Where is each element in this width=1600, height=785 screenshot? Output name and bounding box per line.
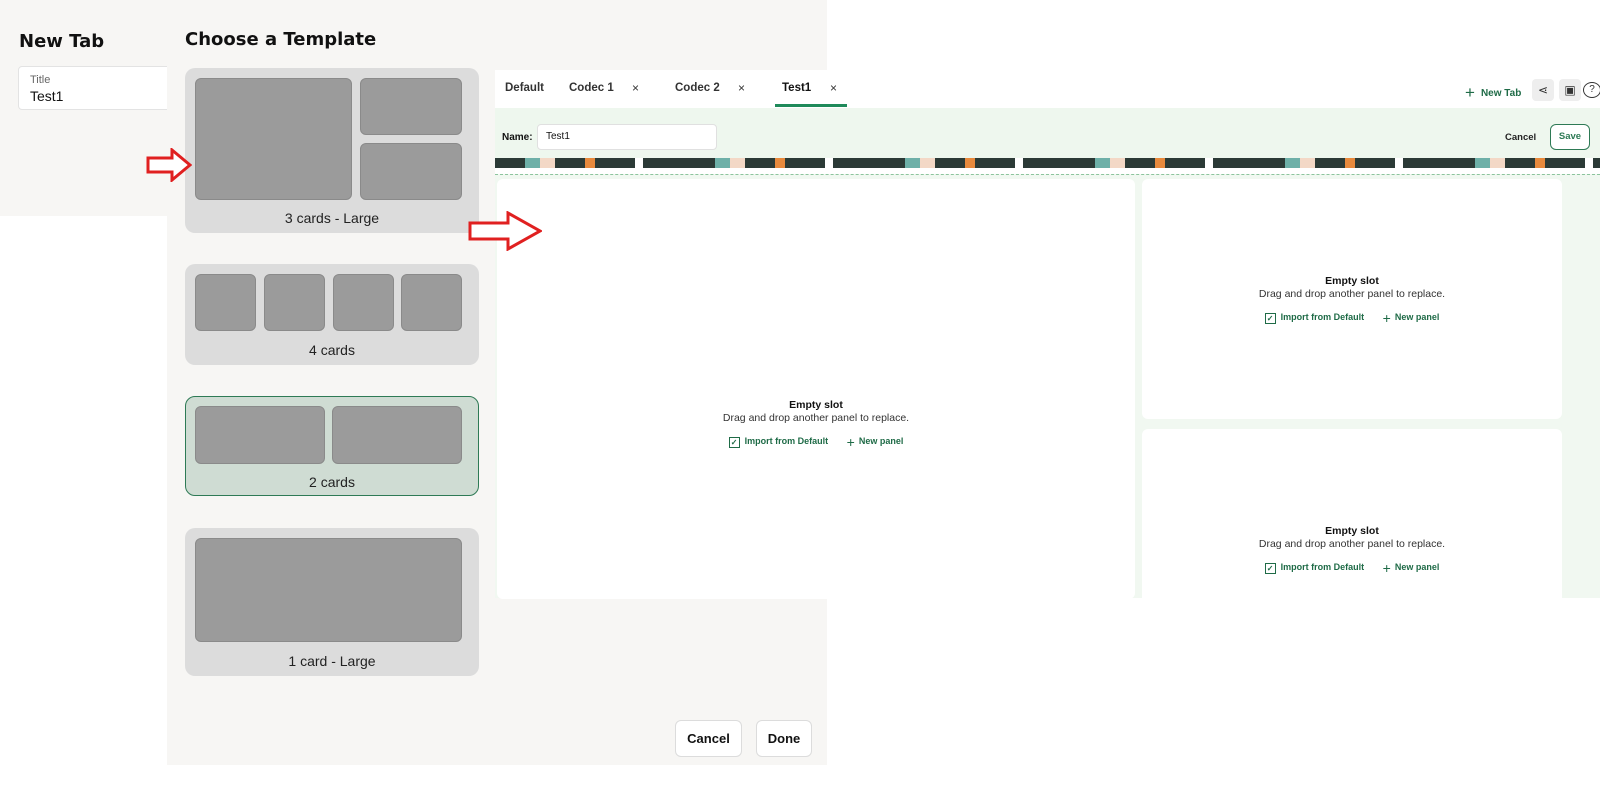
- template-caption: 2 cards: [309, 474, 355, 490]
- import-label: Import from Default: [1280, 562, 1365, 573]
- template-caption: 3 cards - Large: [284, 210, 380, 226]
- tab-codec-2[interactable]: Codec 2: [675, 82, 720, 94]
- dashboard-editor: Default Codec 1 × Codec 2 × Test1 × + New…: [495, 70, 1600, 609]
- new-panel-button[interactable]: + New panel: [1383, 310, 1440, 326]
- template-1-card-large[interactable]: 1 card - Large: [185, 528, 479, 676]
- close-icon[interactable]: ×: [632, 81, 639, 95]
- card-preview: [195, 538, 462, 642]
- card-preview: [264, 274, 325, 331]
- plus-icon: +: [1465, 83, 1475, 102]
- import-icon: ✓: [728, 436, 740, 448]
- new-panel-label: New panel: [858, 436, 904, 447]
- template-caption: 4 cards: [309, 342, 355, 358]
- layout-grid: Empty slot Drag and drop another panel t…: [495, 174, 1600, 609]
- import-label: Import from Default: [744, 436, 829, 447]
- editor-cancel-button[interactable]: Cancel: [1505, 132, 1536, 143]
- choose-template-heading: Choose a Template: [185, 29, 377, 50]
- name-label: Name:: [502, 132, 533, 143]
- empty-slot: Empty slot Drag and drop another panel t…: [1142, 429, 1562, 609]
- template-3-cards-large[interactable]: 3 cards - Large: [185, 68, 479, 233]
- screen-icon[interactable]: ▣: [1559, 79, 1581, 101]
- arrow-right-icon: [146, 148, 192, 182]
- save-button[interactable]: Save: [1550, 124, 1590, 150]
- new-tab-label: New Tab: [1480, 88, 1522, 99]
- cancel-button[interactable]: Cancel: [675, 720, 742, 757]
- template-4-cards[interactable]: 4 cards: [185, 264, 479, 365]
- plus-icon: +: [1382, 310, 1391, 326]
- slot-description: Drag and drop another panel to replace.: [722, 412, 910, 424]
- new-panel-label: New panel: [1394, 562, 1440, 573]
- slot-title: Empty slot: [1325, 275, 1379, 287]
- import-from-default-button[interactable]: ✓ Import from Default: [1264, 312, 1365, 324]
- card-preview: [332, 406, 462, 464]
- import-from-default-button[interactable]: ✓ Import from Default: [1264, 562, 1365, 574]
- share-icon[interactable]: ⋖: [1532, 79, 1554, 101]
- new-tab-panel: New Tab Title Test1: [0, 0, 188, 216]
- tab-test1[interactable]: Test1: [782, 82, 811, 94]
- template-2-cards[interactable]: 2 cards: [185, 396, 479, 496]
- import-label: Import from Default: [1280, 312, 1365, 323]
- card-preview: [195, 78, 352, 200]
- decorative-banner: [495, 158, 1600, 168]
- new-tab-button[interactable]: + New Tab: [1465, 81, 1522, 102]
- card-preview: [401, 274, 462, 331]
- tab-codec-1[interactable]: Codec 1: [569, 82, 614, 94]
- slot-description: Drag and drop another panel to replace.: [1258, 538, 1446, 550]
- plus-icon: +: [846, 434, 855, 450]
- name-input[interactable]: Test1: [537, 124, 717, 150]
- help-icon[interactable]: ?: [1583, 82, 1600, 98]
- name-bar: Name: Test1 Cancel Save: [495, 108, 1600, 158]
- slot-title: Empty slot: [1325, 525, 1379, 537]
- card-preview: [360, 143, 462, 200]
- plus-icon: +: [1382, 560, 1391, 576]
- empty-slot: Empty slot Drag and drop another panel t…: [497, 179, 1135, 599]
- import-from-default-button[interactable]: ✓ Import from Default: [728, 436, 829, 448]
- tab-default[interactable]: Default: [505, 82, 544, 94]
- slot-description: Drag and drop another panel to replace.: [1258, 288, 1446, 300]
- title-field-value[interactable]: Test1: [30, 88, 63, 104]
- template-caption: 1 card - Large: [288, 653, 376, 669]
- done-button[interactable]: Done: [756, 720, 812, 757]
- tab-bar: Default Codec 1 × Codec 2 × Test1 × + New…: [495, 70, 1600, 109]
- card-preview: [360, 78, 462, 135]
- empty-slot: Empty slot Drag and drop another panel t…: [1142, 179, 1562, 419]
- new-tab-heading: New Tab: [19, 31, 105, 52]
- import-icon: ✓: [1264, 562, 1276, 574]
- card-preview: [195, 274, 256, 331]
- active-tab-indicator: [775, 104, 847, 107]
- slot-title: Empty slot: [789, 399, 843, 411]
- close-icon[interactable]: ×: [830, 81, 837, 95]
- card-preview: [333, 274, 394, 331]
- card-preview: [195, 406, 325, 464]
- new-panel-label: New panel: [1394, 312, 1440, 323]
- arrow-right-icon: [468, 211, 542, 251]
- title-field[interactable]: Title Test1: [18, 66, 188, 110]
- new-panel-button[interactable]: + New panel: [1383, 560, 1440, 576]
- title-field-label: Title: [30, 74, 51, 86]
- import-icon: ✓: [1264, 312, 1276, 324]
- close-icon[interactable]: ×: [738, 81, 745, 95]
- new-panel-button[interactable]: + New panel: [847, 434, 904, 450]
